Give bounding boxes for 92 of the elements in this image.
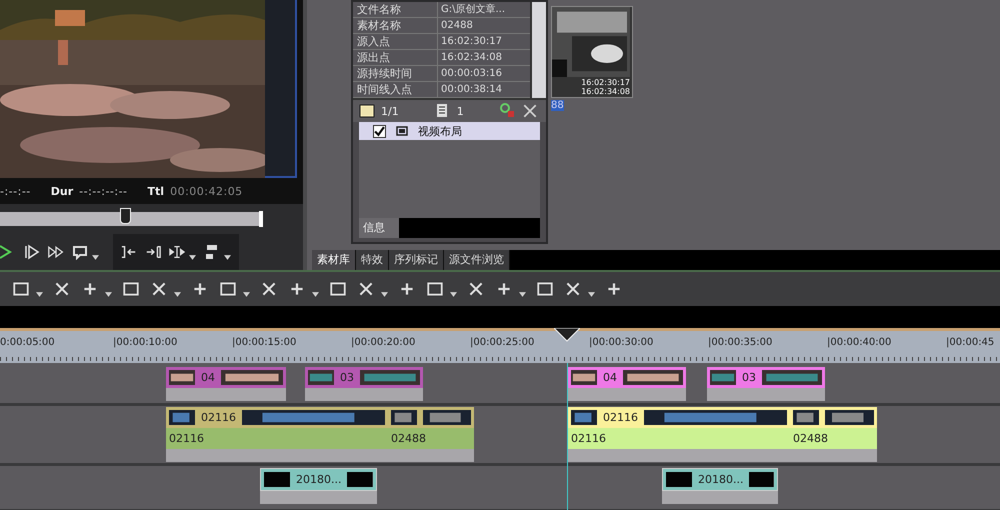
property-value: 00:00:03:16 [440,67,504,81]
caret-icon[interactable] [92,254,99,260]
property-value: G:\原创文章... [440,2,506,17]
panel-tab[interactable]: 素材库 [312,250,356,270]
mark-in-icon[interactable] [121,244,137,260]
caret-icon[interactable] [189,254,196,260]
insert-icon[interactable] [204,244,220,260]
caret-icon[interactable] [36,292,43,296]
property-name: 源入点 [353,34,438,49]
in-timecode: -:--:-- [0,184,31,198]
panel-tab[interactable]: 序列标记 [389,250,444,270]
layer-row[interactable]: 视频布局 [359,122,540,140]
layer-icon [396,126,408,136]
ruler-label: |00:00:25:00 [470,337,534,348]
clip-label: 04 [201,371,215,384]
property-value: 02488 [440,19,474,33]
clip-label: 02116 [603,411,638,424]
video-clip[interactable]: 04 [166,367,286,388]
total-label: Ttl [148,184,164,198]
video-clip[interactable] [790,407,877,428]
ruler-label: |00:00:30:00 [589,337,654,348]
mark-out-icon[interactable] [145,244,161,260]
clip-label: 20180... [698,473,744,486]
duration-timecode: --:--:--:-- [79,184,128,198]
ruler-label: 0:00:05:00 [0,337,55,348]
close-icon[interactable] [522,103,538,119]
caret-icon[interactable] [588,292,595,296]
audio-clip[interactable]: 02488 [388,428,474,449]
layout-icon[interactable] [359,103,375,119]
clip-thumbnail[interactable]: 16:02:30:17 16:02:34:08 [551,6,633,98]
loop-icon[interactable] [72,244,88,260]
clip-label: 02488 [391,432,426,445]
video-clip[interactable]: 03 [707,367,825,388]
audio-clip[interactable]: 02116 [166,428,388,449]
clip-label: 20180... [296,473,342,486]
video-clip[interactable]: 20180... [260,468,377,491]
caret-icon[interactable] [224,254,231,260]
ruler-label: |00:00:15:00 [232,337,296,348]
caret-icon[interactable] [174,292,181,296]
clip-label: 03 [742,371,756,384]
checkbox[interactable] [373,124,386,138]
clip-name[interactable]: 88 [551,100,564,111]
caret-icon[interactable] [519,292,526,296]
info-tab[interactable]: 信息 [359,218,399,238]
video-clip[interactable] [388,407,474,428]
ruler-label: |00:00:40:00 [827,337,892,348]
caret-icon[interactable] [243,292,250,296]
property-value: 00:00:38:14 [440,83,504,97]
property-value: 16:02:30:17 [440,35,504,49]
ruler-label: |00:00:35:00 [708,337,772,348]
layout-count: 1/1 [381,104,399,118]
clip-label: 03 [340,371,354,384]
clip-label: 04 [603,371,617,384]
caret-icon[interactable] [312,292,319,296]
clip-label: 02488 [793,432,828,445]
clip-label: 02116 [169,432,204,445]
duration-label: Dur [50,184,74,198]
step-forward-icon[interactable] [24,244,40,260]
shapes-icon[interactable] [500,103,516,119]
property-name: 源出点 [353,50,438,65]
audio-clip[interactable]: 02116 [568,428,790,449]
time-ruler[interactable]: 0:00:05:00 |00:00:10:00 |00:00:15:00 |00:00:20:00 |00:00:25:00 |00:00:30:00 |00:00:35:00 |00:00:40:00 |00:00:45 [0,328,1000,363]
fast-forward-icon[interactable] [48,244,64,260]
total-timecode: 00:00:42:05 [170,184,243,198]
panel-tab[interactable]: 特效 [356,250,389,270]
clip-label: 02116 [201,411,236,424]
property-name: 素材名称 [353,18,438,33]
caret-icon[interactable] [381,292,388,296]
video-clip[interactable]: 20180... [662,468,778,491]
clip-in-time: 16:02:30:17 [581,78,630,87]
ruler-label: |00:00:45 [946,337,994,348]
layer-count: 1 [456,104,464,118]
panel-tab[interactable]: 源文件浏览 [444,250,510,270]
property-name: 时间线入点 [353,82,438,97]
clip-label: 02116 [571,432,606,445]
caret-icon[interactable] [105,292,112,296]
clip-out-time: 16:02:34:08 [581,87,630,96]
video-clip[interactable]: 02116 [166,407,388,428]
property-name: 源持续时间 [353,66,438,81]
split-marker-icon[interactable] [169,244,185,260]
layer-label: 视频布局 [418,124,462,138]
scrollbar[interactable] [530,2,546,98]
property-value: 16:02:34:08 [440,51,504,65]
property-name: 文件名称 [353,2,438,17]
caret-icon[interactable] [450,292,457,296]
ruler-label: |00:00:10:00 [113,337,178,348]
video-clip[interactable]: 02116 [568,407,790,428]
scrub-handle[interactable] [120,208,131,224]
audio-clip[interactable]: 02488 [790,428,877,449]
ruler-label: |00:00:20:00 [351,337,416,348]
video-clip[interactable]: 03 [305,367,423,388]
video-clip[interactable]: 04 [568,367,686,388]
